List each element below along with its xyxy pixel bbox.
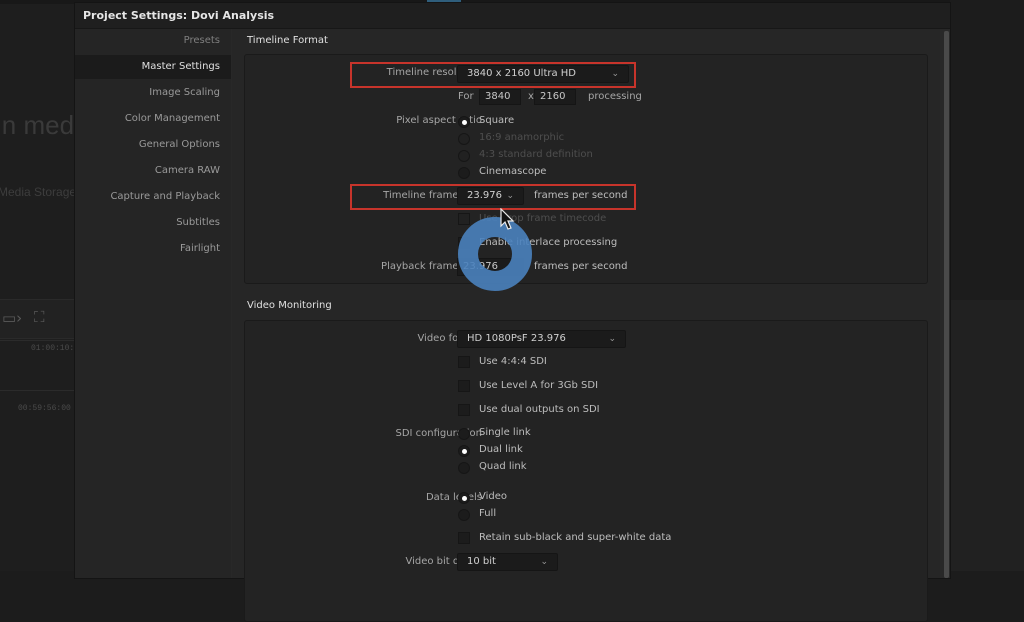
use-dual-outputs-label: Use dual outputs on SDI — [479, 404, 600, 415]
radio-quad-link[interactable] — [458, 462, 470, 474]
use-dual-outputs-checkbox[interactable] — [458, 404, 470, 416]
background-timecode: 00:59:56:00 — [18, 404, 71, 413]
settings-scrollbar[interactable] — [944, 31, 949, 578]
section-title-video-monitoring: Video Monitoring — [247, 300, 332, 311]
sidebar-item-fairlight[interactable]: Fairlight — [75, 237, 231, 261]
radio-full-levels[interactable] — [458, 509, 470, 521]
background-timecode: 01:00:10:0 — [31, 344, 80, 353]
sidebar-item-camera-raw[interactable]: Camera RAW — [75, 159, 231, 183]
option-dual-link-label: Dual link — [479, 444, 523, 455]
processing-height-input[interactable]: 2160 — [534, 89, 576, 105]
option-quad-link-label: Quad link — [479, 461, 527, 472]
sidebar-item-general-options[interactable]: General Options — [75, 133, 231, 157]
video-bit-depth-value: 10 bit — [467, 556, 496, 567]
use-level-a-label: Use Level A for 3Gb SDI — [479, 380, 599, 391]
use-444-sdi-label: Use 4:4:4 SDI — [479, 356, 547, 367]
timeline-format-panel — [244, 54, 928, 284]
drop-frame-checkbox[interactable] — [458, 213, 470, 225]
radio-single-link[interactable] — [458, 428, 470, 440]
option-square-label: Square — [479, 115, 515, 126]
background-right-panel — [950, 0, 1024, 300]
radio-video-levels[interactable] — [458, 492, 470, 504]
video-format-value: HD 1080PsF 23.976 — [467, 333, 566, 344]
use-level-a-checkbox[interactable] — [458, 380, 470, 392]
option-4-3-standard-label: 4:3 standard definition — [479, 149, 593, 160]
sidebar-item-subtitles[interactable]: Subtitles — [75, 211, 231, 235]
playback-frame-rate-suffix: frames per second — [534, 261, 628, 272]
background-media-storage: Media Storage — [0, 185, 77, 199]
chevron-down-icon: ⌄ — [506, 191, 514, 201]
dialog-title: Project Settings: Dovi Analysis — [83, 9, 275, 22]
transform-person-icon[interactable]: ⛶ — [34, 308, 45, 326]
background-toolbar: ▭› ⛶ — [0, 299, 74, 339]
radio-16-9-anamorphic[interactable] — [458, 133, 470, 145]
video-format-dropdown[interactable]: HD 1080PsF 23.976 ⌄ — [457, 330, 626, 348]
loading-spinner-icon — [458, 217, 532, 291]
dialog-title-bar: Project Settings: Dovi Analysis — [75, 3, 950, 29]
processing-suffix-label: processing — [588, 91, 642, 102]
background-right-panel-lower — [950, 300, 1024, 571]
mouse-cursor-icon — [500, 208, 515, 230]
timeline-frame-rate-dropdown[interactable]: 23.976 ⌄ — [457, 187, 524, 205]
radio-dual-link[interactable] — [458, 445, 470, 457]
section-title-timeline-format: Timeline Format — [247, 35, 328, 46]
option-single-link-label: Single link — [479, 427, 531, 438]
monitor-output-icon[interactable]: ▭› — [2, 309, 22, 327]
data-levels-label: Data levels — [425, 492, 482, 503]
retain-data-label: Retain sub-black and super-white data — [479, 532, 672, 543]
project-settings-dialog: Project Settings: Dovi Analysis Presets … — [74, 2, 951, 622]
sidebar-item-master-settings[interactable]: Master Settings — [75, 55, 231, 79]
sidebar-item-image-scaling[interactable]: Image Scaling — [75, 81, 231, 105]
radio-4-3-standard[interactable] — [458, 150, 470, 162]
background-track-divider — [0, 340, 74, 341]
timeline-resolution-value: 3840 x 2160 Ultra HD — [467, 68, 577, 79]
option-video-label: Video — [479, 491, 508, 502]
processing-width-input[interactable]: 3840 — [479, 89, 521, 105]
chevron-down-icon: ⌄ — [608, 334, 616, 344]
chevron-down-icon: ⌄ — [540, 557, 548, 567]
sidebar-item-capture-and-playback[interactable]: Capture and Playback — [75, 185, 231, 209]
settings-sidebar: Presets Master Settings Image Scaling Co… — [75, 29, 231, 578]
radio-cinemascope[interactable] — [458, 167, 470, 179]
settings-content: Timeline Format Timeline resolution 3840… — [232, 29, 940, 622]
chevron-down-icon: ⌄ — [611, 69, 619, 79]
option-full-label: Full — [479, 508, 497, 519]
processing-for-label: For — [458, 91, 474, 102]
timeline-resolution-dropdown[interactable]: 3840 x 2160 Ultra HD ⌄ — [457, 65, 629, 83]
background-track-divider — [0, 390, 74, 391]
video-bit-depth-dropdown[interactable]: 10 bit ⌄ — [457, 553, 558, 571]
option-16-9-anamorphic-label: 16:9 anamorphic — [479, 132, 565, 143]
timeline-frame-rate-value: 23.976 — [467, 190, 502, 201]
timeline-frame-rate-suffix: frames per second — [534, 190, 628, 201]
sidebar-item-presets[interactable]: Presets — [75, 29, 231, 53]
retain-data-checkbox[interactable] — [458, 532, 470, 544]
use-444-sdi-checkbox[interactable] — [458, 356, 470, 368]
radio-square[interactable] — [458, 116, 470, 128]
video-monitoring-panel — [244, 320, 928, 622]
background-media-text: in med — [0, 110, 75, 140]
option-cinemascope-label: Cinemascope — [479, 166, 547, 177]
sidebar-item-color-management[interactable]: Color Management — [75, 107, 231, 131]
